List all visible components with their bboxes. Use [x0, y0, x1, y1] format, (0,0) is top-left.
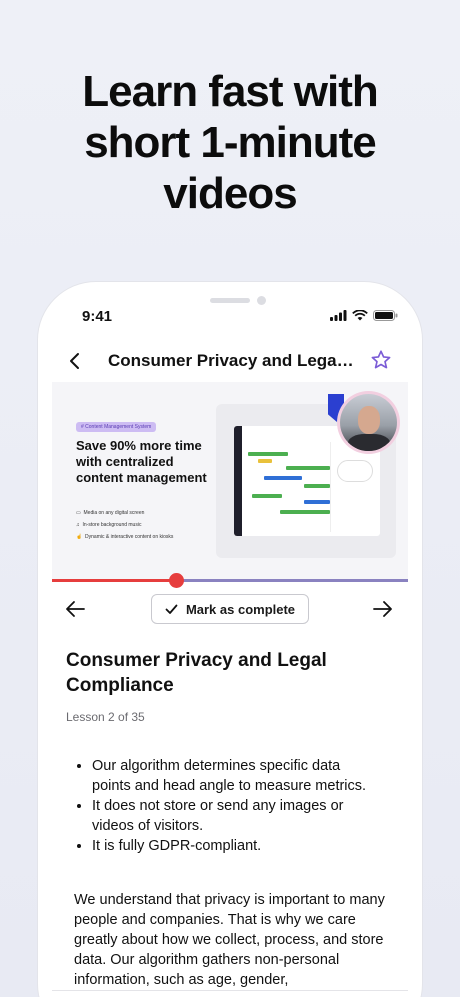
gantt-bar	[304, 484, 330, 488]
favorite-button[interactable]	[370, 349, 392, 371]
status-time: 9:41	[82, 308, 113, 325]
nav-title: Consumer Privacy and Legal Co...	[108, 351, 358, 370]
list-item: Our algorithm determines specific data p…	[92, 756, 382, 796]
previous-lesson-button[interactable]	[64, 598, 88, 622]
gantt-bar	[252, 494, 282, 498]
video-feature: ▭ Media on any digital screen	[76, 510, 145, 516]
presenter-avatar	[337, 391, 400, 454]
video-progress-fill	[52, 579, 177, 582]
arrow-left-icon	[66, 601, 85, 617]
gantt-bar	[280, 510, 330, 514]
camera-dot	[257, 296, 266, 305]
video-progress-knob[interactable]	[169, 573, 185, 588]
divider	[52, 990, 408, 991]
lesson-navigation: Mark as complete	[38, 592, 422, 626]
lesson-counter: Lesson 2 of 35	[66, 710, 145, 724]
video-features: ▭ Media on any digital screen ♫ In-store…	[76, 510, 173, 546]
dashboard-toggle	[337, 460, 373, 482]
star-icon	[371, 350, 391, 369]
wifi-icon	[352, 310, 368, 321]
video-pill: # Content Management System	[76, 422, 157, 432]
lesson-bullets: Our algorithm determines specific data p…	[92, 756, 382, 856]
headline-line-2: short 1-minute	[84, 118, 377, 167]
video-player[interactable]: # Content Management System Save 90% mor…	[52, 382, 408, 580]
video-feature: ☝ Dynamic & interactive content on kiosk…	[76, 534, 174, 540]
battery-icon	[373, 310, 398, 321]
top-nav-bar: Consumer Privacy and Legal Co...	[38, 346, 422, 376]
status-icons	[330, 310, 398, 321]
next-lesson-button[interactable]	[372, 598, 396, 622]
list-item: It is fully GDPR-compliant.	[92, 836, 382, 856]
video-feature: ♫ In-store background music	[76, 522, 142, 528]
headline-line-3: videos	[163, 169, 297, 218]
speaker-pill	[210, 298, 250, 303]
mark-complete-label: Mark as complete	[185, 601, 296, 617]
mark-complete-button[interactable]: Mark as complete	[151, 594, 309, 624]
gantt-bar	[286, 466, 330, 470]
signal-icon	[330, 310, 347, 321]
gantt-bar	[264, 476, 302, 480]
dashboard-sidebar	[234, 426, 242, 536]
gantt-bar	[304, 500, 330, 504]
back-button[interactable]	[64, 350, 86, 372]
headline-line-1: Learn fast with	[82, 67, 379, 116]
gantt-bar	[258, 459, 272, 463]
arrow-right-icon	[373, 601, 392, 617]
checkmark-icon	[165, 604, 178, 614]
lesson-title: Consumer Privacy and Legal Compliance	[66, 650, 327, 696]
list-item: It does not store or send any images or …	[92, 796, 382, 836]
back-chevron-icon	[70, 353, 79, 369]
marketing-headline: Learn fast with short 1-minute videos	[0, 66, 460, 219]
lesson-paragraph: We understand that privacy is important …	[74, 892, 385, 988]
video-heading: Save 90% more time with centralized cont…	[76, 438, 207, 485]
dashboard-detail-pane	[330, 442, 378, 532]
phone-frame: 9:41 Consumer Privacy and Legal Co... # …	[38, 282, 422, 997]
gantt-bar	[248, 452, 288, 456]
